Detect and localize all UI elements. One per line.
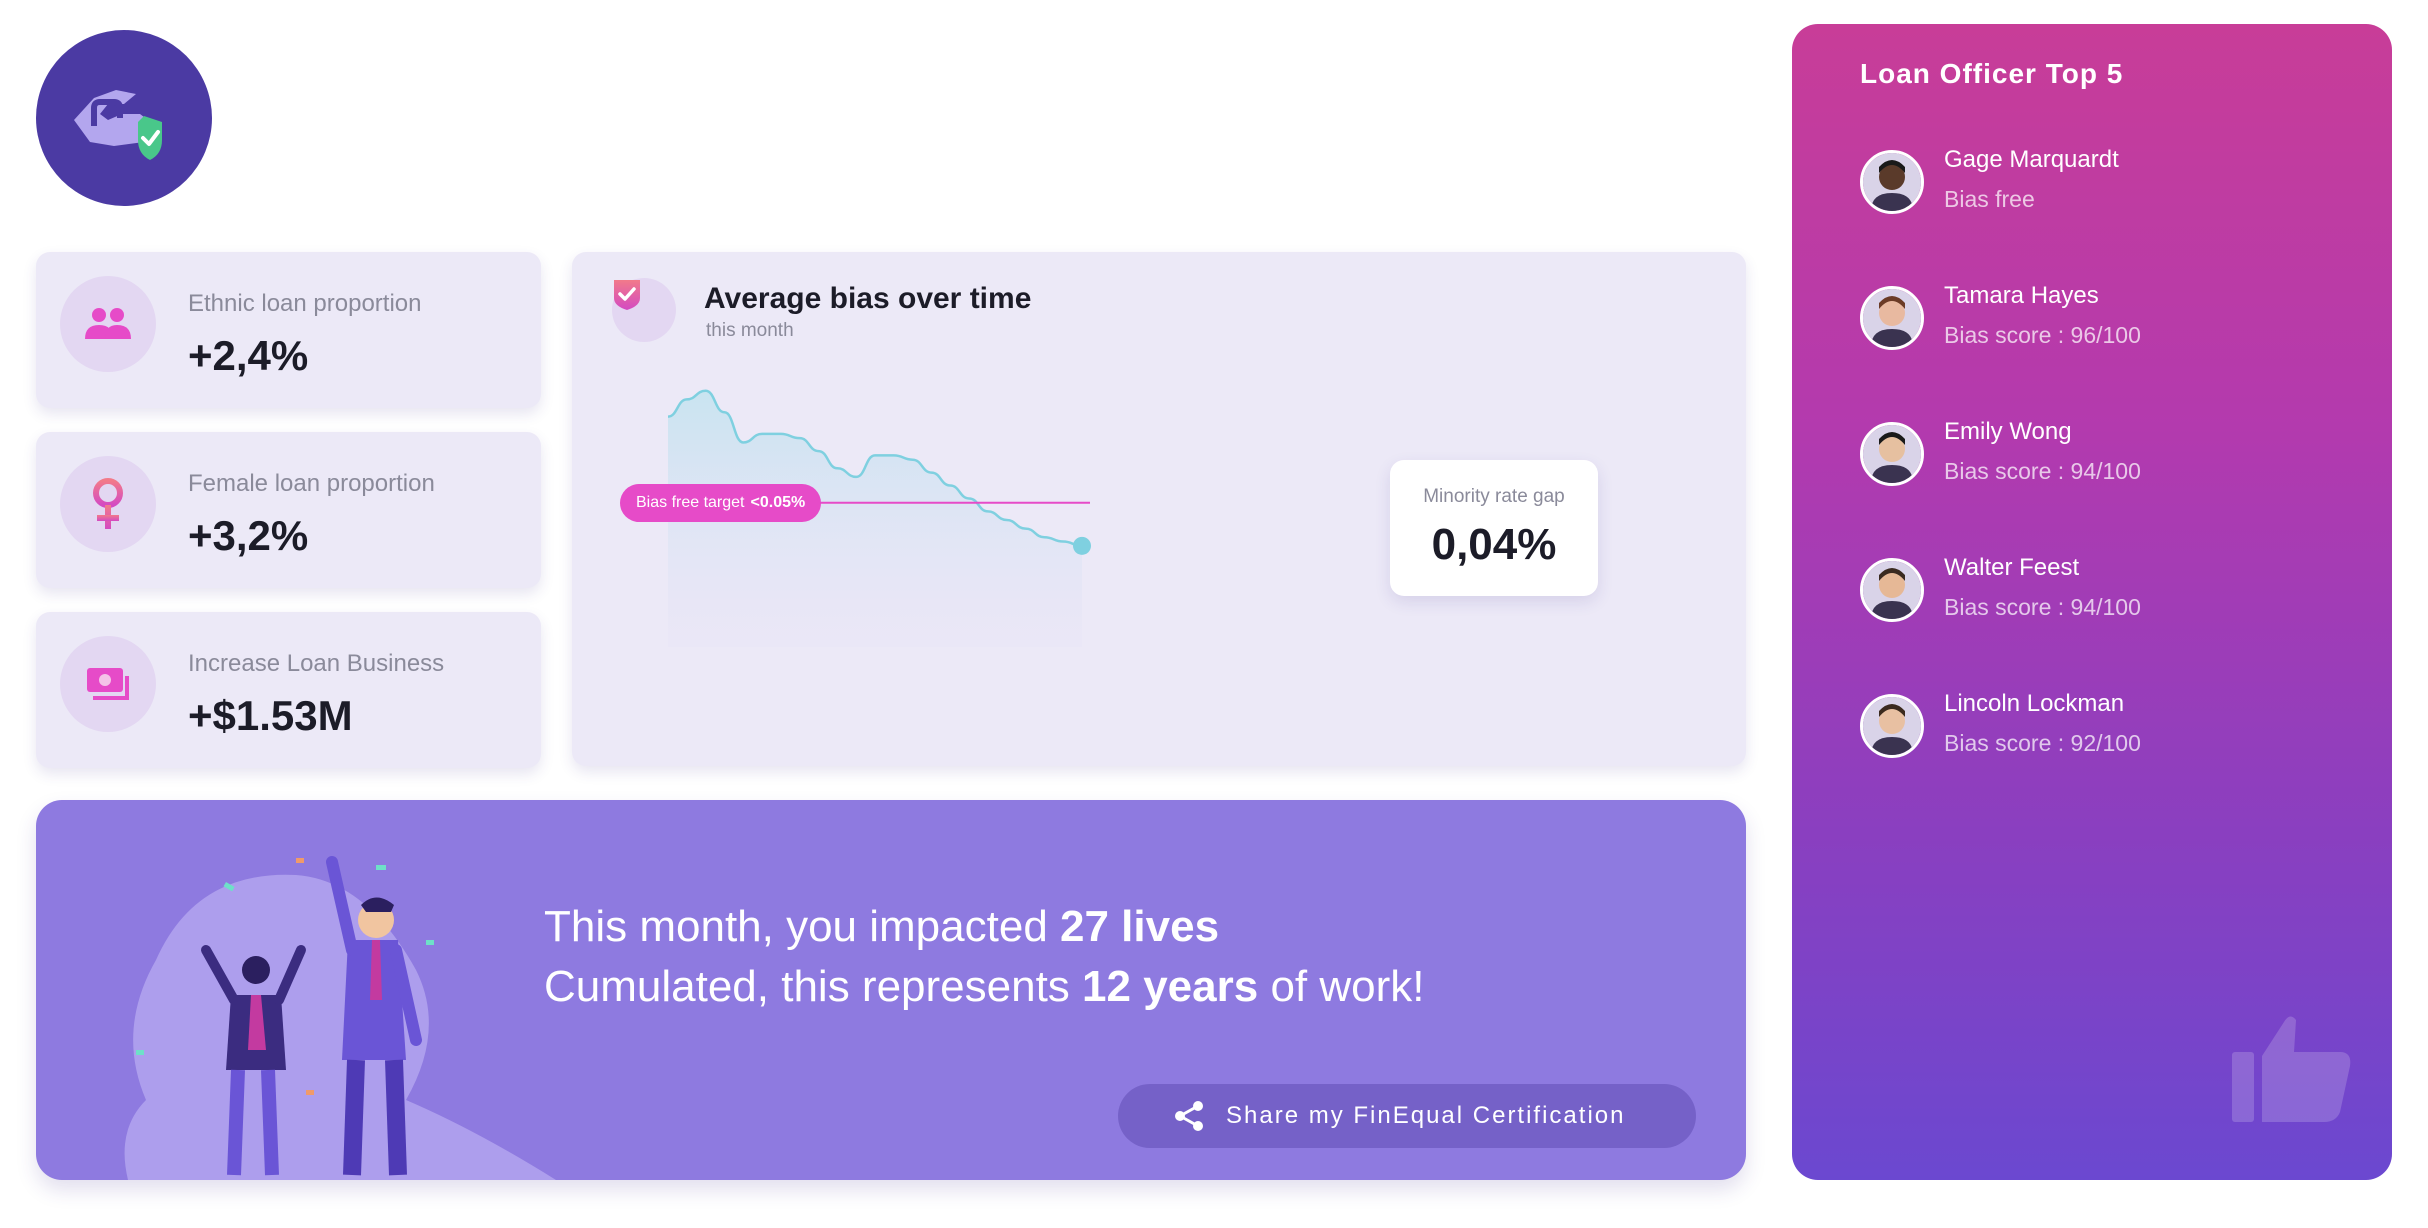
stat-label: Ethnic loan proportion — [188, 290, 422, 317]
stat-icon-wrap — [60, 276, 156, 372]
officer-item[interactable]: Emily Wong Bias score : 94/100 — [1860, 412, 2380, 492]
officer-item[interactable]: Walter Feest Bias score : 94/100 — [1860, 548, 2380, 628]
bias-chart-card: Average bias over time this month Bias f… — [572, 252, 1746, 766]
panel-title: Loan Officer Top 5 — [1860, 58, 2124, 89]
officer-score: Bias score : 94/100 — [1944, 458, 2141, 484]
impact-line2-suffix: of work! — [1258, 962, 1425, 1011]
officer-item[interactable]: Tamara Hayes Bias score : 96/100 — [1860, 276, 2380, 356]
officer-name: Walter Feest — [1944, 554, 2080, 581]
impact-years: 12 years — [1082, 962, 1259, 1011]
gap-value: 0,04% — [1431, 520, 1557, 569]
officer-score: Bias score : 92/100 — [1944, 730, 2141, 756]
impact-line2-text: Cumulated, this represents — [544, 962, 1083, 1011]
share-label: Share my FinEqual Certification — [1226, 1102, 1626, 1129]
target-value: <0.05% — [750, 493, 806, 511]
officer-score: Bias score : 96/100 — [1944, 322, 2141, 348]
celebration-illustration — [124, 856, 556, 1180]
share-certification-button[interactable]: Share my FinEqual Certification — [1118, 1084, 1696, 1148]
dashboard: Ethnic loan proportion +2,4% Female loan… — [0, 0, 2428, 1228]
stat-value: +2,4% — [188, 332, 309, 379]
officer-name: Gage Marquardt — [1944, 146, 2119, 173]
impact-line1-text: This month, you impacted — [544, 902, 1061, 951]
gap-label: Minority rate gap — [1423, 486, 1565, 507]
people-icon — [85, 308, 131, 339]
stat-label: Increase Loan Business — [188, 650, 445, 677]
stat-icon-wrap — [60, 636, 156, 732]
avatar — [1860, 286, 1924, 350]
loan-officer-panel: Loan Officer Top 5 Gage Marquardt Bias fr… — [1792, 24, 2392, 1180]
officer-score: Bias score : 94/100 — [1944, 594, 2141, 620]
officer-name: Lincoln Lockman — [1944, 690, 2125, 717]
stat-card-female[interactable]: Female loan proportion +3,2% — [36, 432, 541, 588]
impact-line-2: Cumulated, this represents 12 years of w… — [544, 962, 1425, 1012]
minority-gap-card: Minority rate gap 0,04% — [1390, 460, 1598, 596]
handshake-shield-icon — [74, 90, 162, 160]
money-icon — [87, 668, 129, 700]
stat-icon-wrap — [60, 456, 156, 552]
stat-card-business[interactable]: Increase Loan Business +$1.53M — [36, 612, 541, 768]
end-point — [1073, 536, 1091, 555]
avatar — [1860, 422, 1924, 486]
stat-value: +3,2% — [188, 512, 309, 559]
officer-name: Emily Wong — [1944, 418, 2072, 445]
impact-banner: This month, you impacted 27 lives Cumula… — [36, 800, 1746, 1180]
share-icon — [1175, 1101, 1203, 1131]
target-label: Bias free target — [636, 493, 745, 511]
officer-score: Bias free — [1944, 186, 2035, 212]
avatar — [1860, 694, 1924, 758]
officer-item[interactable]: Lincoln Lockman Bias score : 92/100 — [1860, 684, 2380, 764]
thumbs-up-icon — [2232, 1016, 2351, 1122]
avatar — [1860, 558, 1924, 622]
avatar — [1860, 150, 1924, 214]
impact-lives: 27 lives — [1060, 902, 1220, 951]
bias-target-pill: Bias free target <0.05% — [620, 483, 822, 522]
stat-card-ethnic[interactable]: Ethnic loan proportion +2,4% — [36, 252, 541, 408]
app-logo[interactable] — [36, 30, 212, 206]
stat-value: +$1.53M — [188, 692, 353, 739]
stat-label: Female loan proportion — [188, 470, 435, 497]
officer-item[interactable]: Gage Marquardt Bias free — [1860, 140, 2380, 220]
impact-line-1: This month, you impacted 27 lives — [544, 902, 1219, 952]
officer-name: Tamara Hayes — [1944, 282, 2099, 309]
female-icon — [93, 478, 123, 529]
